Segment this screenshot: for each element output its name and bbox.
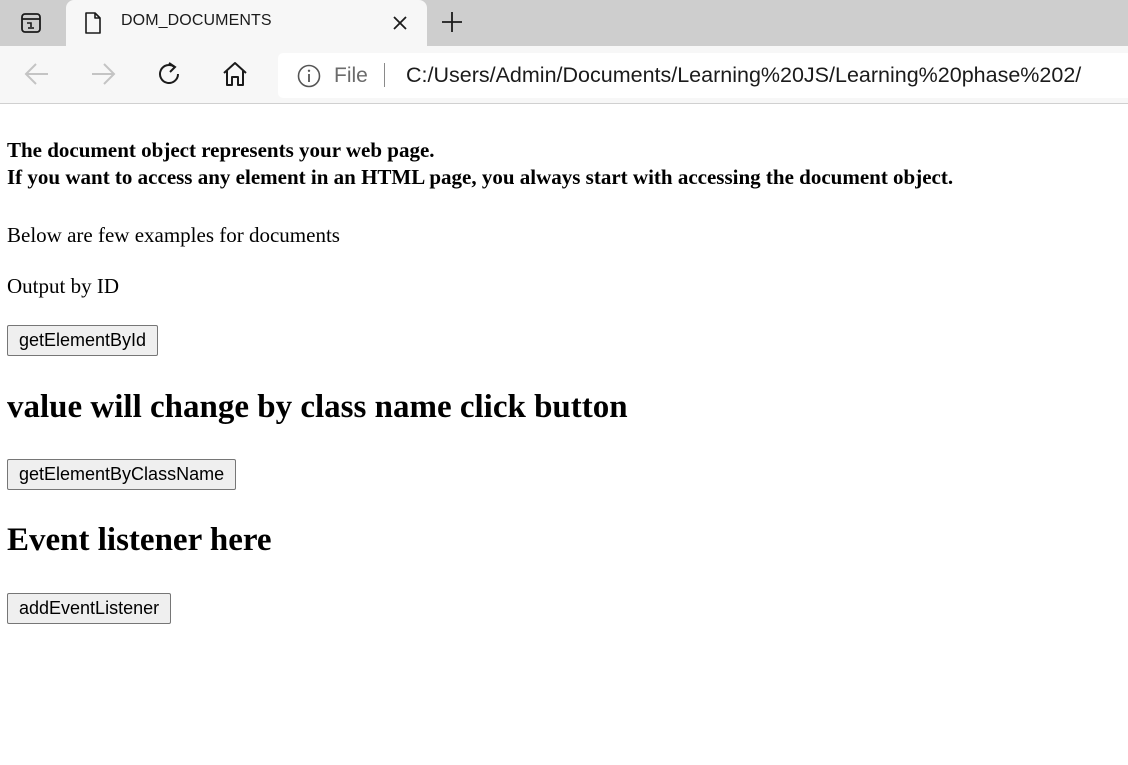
active-tab[interactable]: DOM_DOCUMENTS: [66, 0, 427, 46]
info-icon[interactable]: [297, 64, 321, 88]
new-tab-icon[interactable]: [441, 11, 463, 33]
home-icon[interactable]: [221, 60, 249, 88]
tab-strip: DOM_DOCUMENTS: [0, 0, 1128, 46]
event-listener-heading: Event listener here: [7, 522, 272, 558]
get-element-by-class-name-button[interactable]: getElementByClassName: [7, 459, 237, 490]
tab-actions-icon: [21, 13, 41, 33]
address-separator: [384, 63, 385, 87]
page-icon: [85, 12, 101, 34]
page-content: The document object represents your web …: [0, 105, 1128, 765]
tab-title: DOM_DOCUMENTS: [121, 12, 272, 29]
intro-line-2: If you want to access any element in an …: [7, 165, 954, 189]
address-scheme: File: [334, 64, 368, 87]
address-url[interactable]: C:/Users/Admin/Documents/Learning%20JS/L…: [406, 63, 1081, 88]
back-icon[interactable]: [23, 60, 51, 88]
intro-line-1: The document object represents your web …: [7, 138, 435, 162]
browser-toolbar: File C:/Users/Admin/Documents/Learning%2…: [0, 46, 1128, 104]
close-tab-icon[interactable]: [391, 14, 409, 32]
output-by-id-text: Output by ID: [7, 274, 119, 298]
forward-icon[interactable]: [89, 60, 117, 88]
add-event-listener-button[interactable]: addEventListener: [7, 593, 172, 624]
refresh-icon[interactable]: [155, 60, 183, 88]
address-bar[interactable]: File C:/Users/Admin/Documents/Learning%2…: [278, 53, 1128, 98]
tab-actions-button[interactable]: [0, 0, 64, 46]
intro-text: The document object represents your web …: [7, 137, 953, 191]
get-element-by-id-button[interactable]: getElementById: [7, 325, 159, 356]
examples-text: Below are few examples for documents: [7, 223, 340, 247]
class-name-heading: value will change by class name click bu…: [7, 389, 628, 425]
